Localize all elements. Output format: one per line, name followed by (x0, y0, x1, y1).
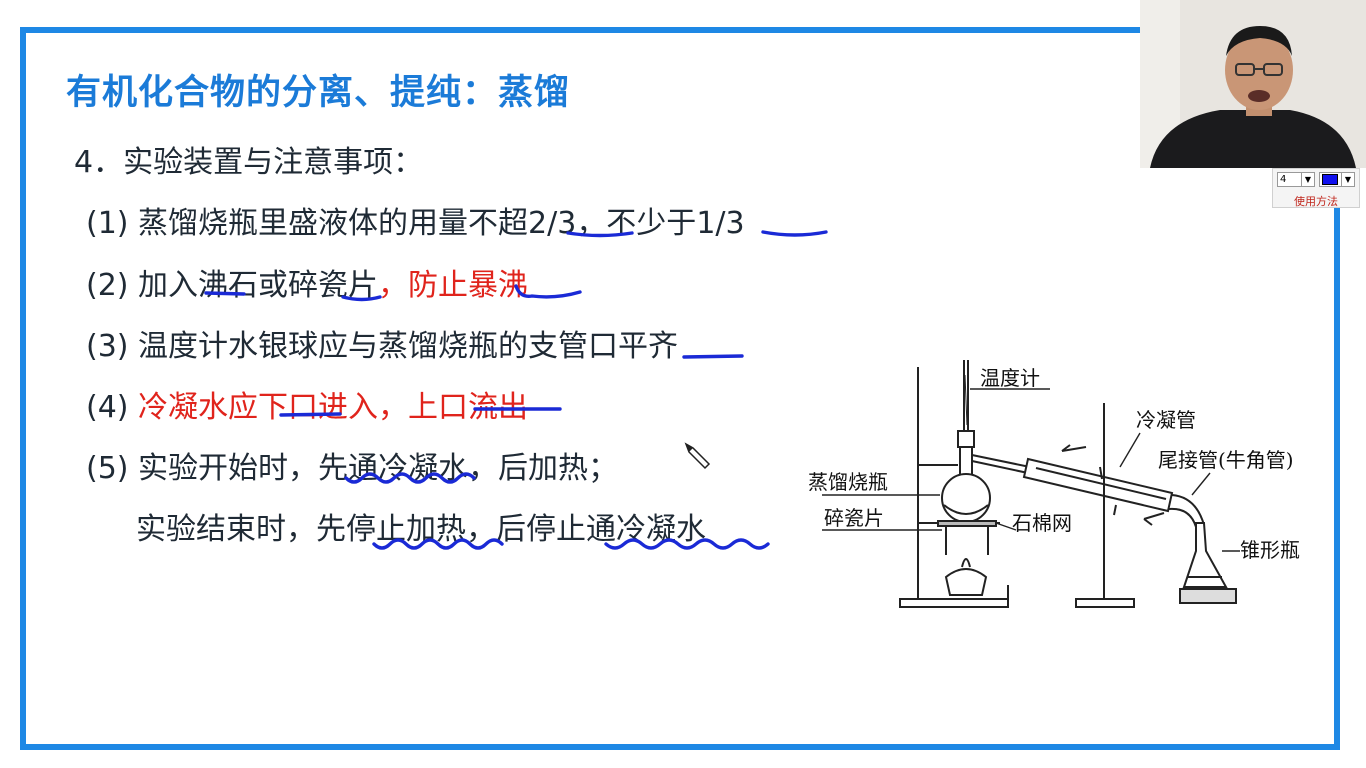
pen-width-value: 4 (1280, 174, 1287, 185)
annotation-wavy-underline (372, 538, 504, 550)
annotation-underline (204, 291, 246, 296)
webcam-overlay (1140, 0, 1366, 168)
label-porcelain-chips: 碎瓷片 (824, 506, 884, 530)
pencil-cursor-icon (684, 442, 711, 470)
annotation-underline (341, 295, 382, 302)
pen-width-select[interactable]: 4 ▼ (1277, 172, 1315, 187)
annotation-underline (761, 230, 828, 237)
pen-color-swatch (1322, 174, 1338, 185)
label-distilling-flask: 蒸馏烧瓶 (808, 470, 888, 494)
annotation-underline (566, 231, 634, 238)
dropdown-arrow-icon[interactable]: ▼ (1341, 173, 1354, 186)
label-adapter: 尾接管(牛角管) (1158, 448, 1294, 472)
annotation-underline (279, 412, 342, 417)
annotation-underline (514, 284, 582, 299)
label-condenser: 冷凝管 (1136, 408, 1196, 432)
label-thermometer: 温度计 (980, 366, 1040, 390)
dropdown-arrow-icon[interactable]: ▼ (1301, 173, 1314, 186)
usage-help-link[interactable]: 使用方法 (1273, 193, 1359, 209)
distillation-apparatus-diagram: 温度计 冷凝管 尾接管(牛角管) 蒸馏烧瓶 碎瓷片 石棉网 锥形瓶 (808, 360, 1300, 608)
pen-color-select[interactable]: ▼ (1319, 172, 1355, 187)
pen-toolbar: 4 ▼ ▼ 使用方法 (1272, 168, 1360, 208)
label-erlenmeyer-flask: 锥形瓶 (1240, 538, 1300, 562)
annotation-wavy-underline (604, 538, 770, 550)
label-asbestos-gauze: 石棉网 (1012, 511, 1072, 535)
presenter-video (1140, 0, 1366, 168)
annotation-underline (682, 354, 744, 359)
annotation-wavy-underline (344, 472, 476, 484)
